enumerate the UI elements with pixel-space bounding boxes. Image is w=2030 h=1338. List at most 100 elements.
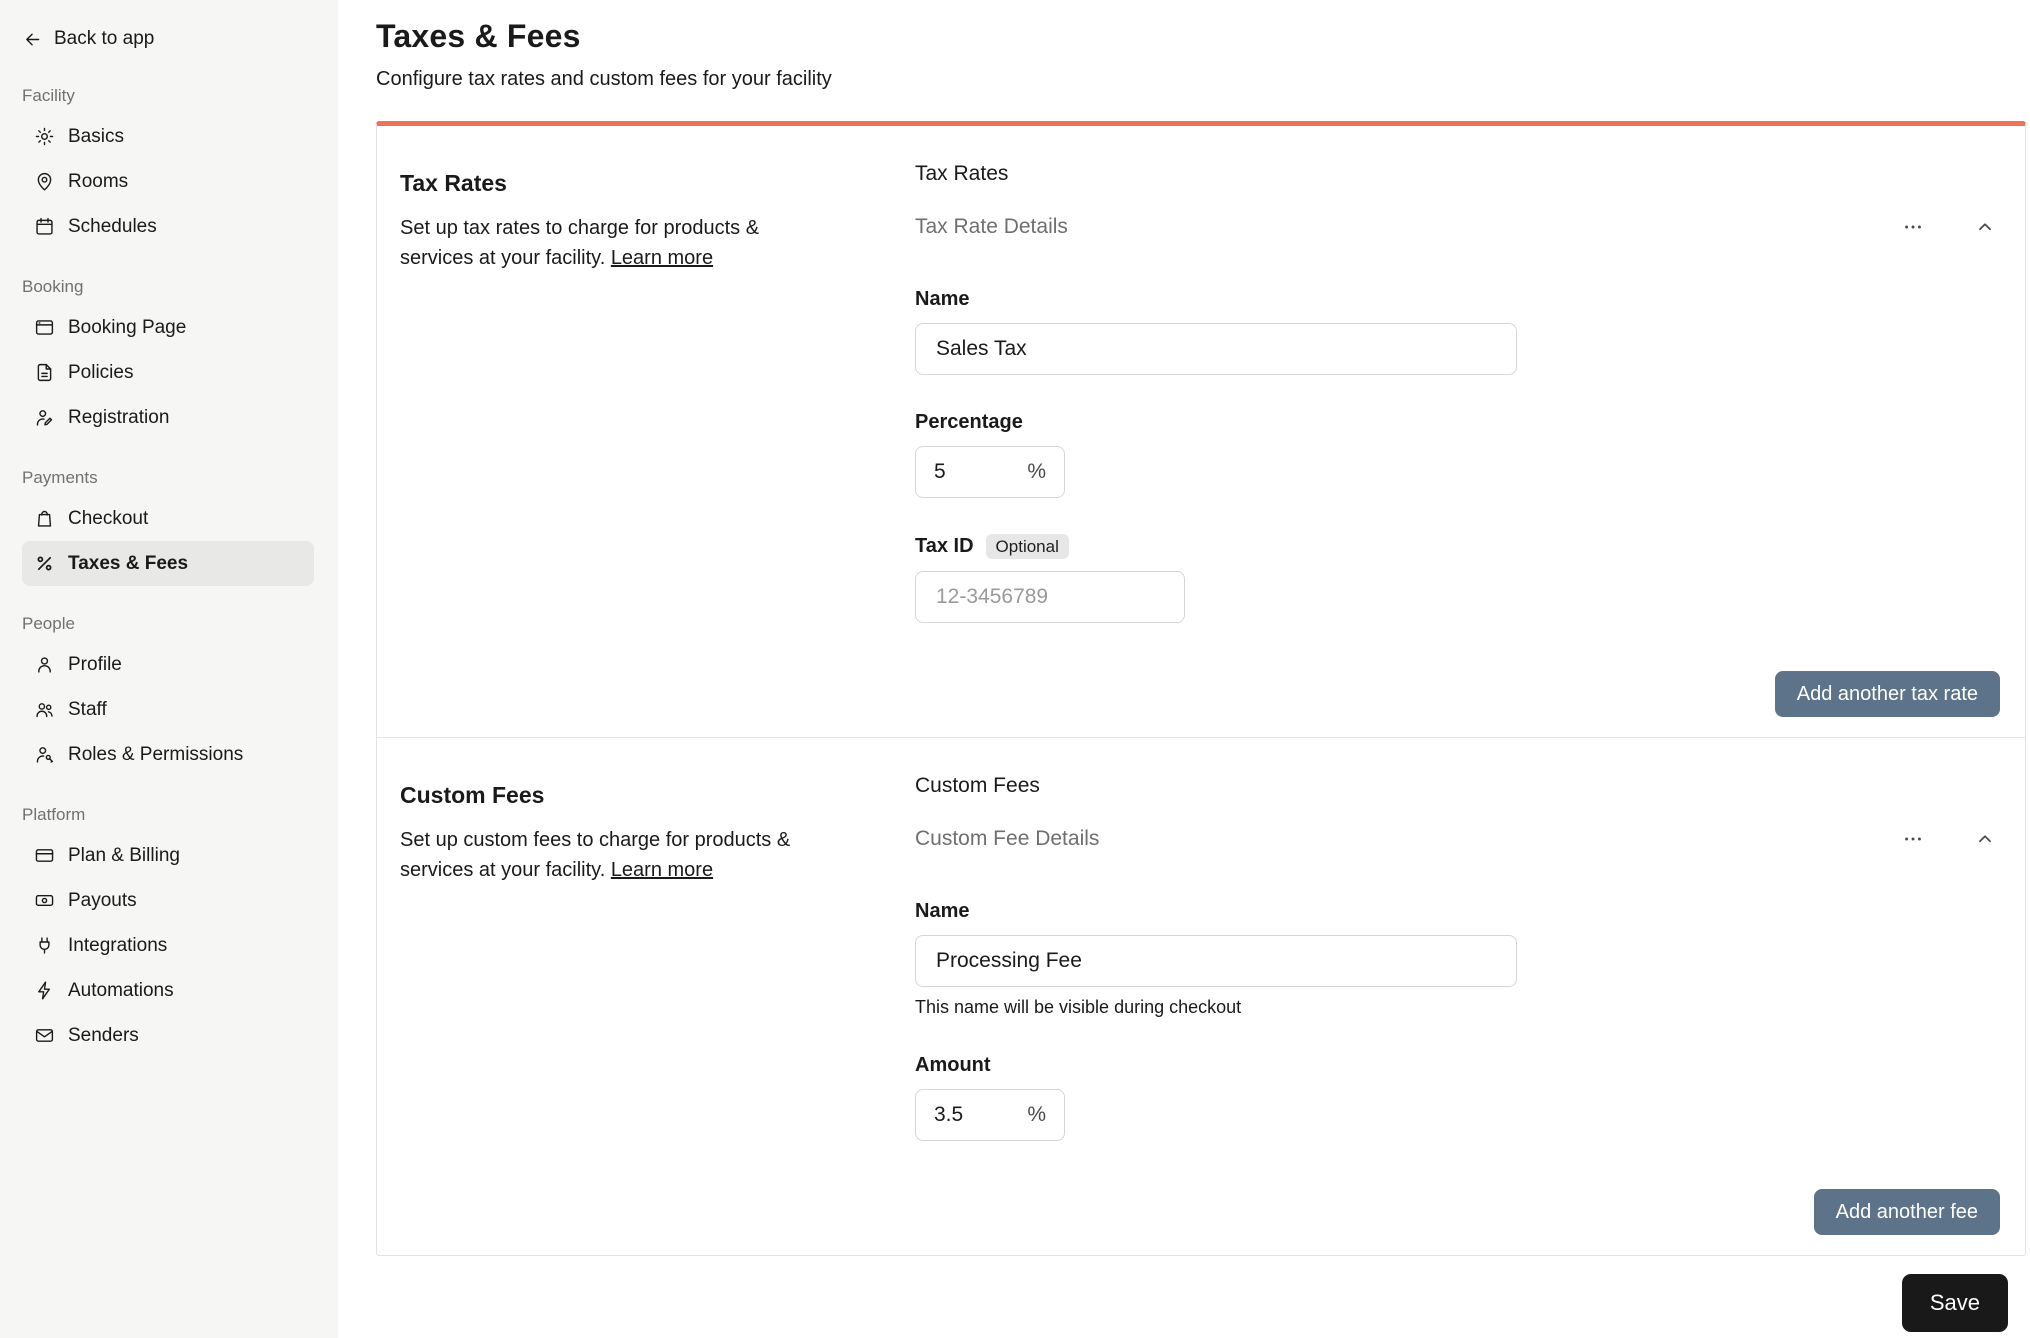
section-title-payments: Payments — [22, 468, 316, 488]
sidebar-item-senders[interactable]: Senders — [22, 1013, 314, 1058]
tax-rates-info: Tax Rates Set up tax rates to charge for… — [377, 126, 915, 737]
percent-suffix: % — [1027, 460, 1046, 484]
settings-card: Tax Rates Set up tax rates to charge for… — [376, 121, 2026, 1256]
sidebar-item-profile[interactable]: Profile — [22, 642, 314, 687]
sidebar-item-plan-billing[interactable]: Plan & Billing — [22, 833, 314, 878]
tax-rates-heading: Tax Rates — [400, 170, 815, 197]
person-edit-icon — [34, 407, 55, 428]
tax-rate-collapse-button[interactable] — [1970, 212, 2000, 242]
sidebar-item-policies[interactable]: Policies — [22, 350, 314, 395]
ellipsis-icon — [1902, 216, 1924, 238]
calendar-icon — [34, 216, 55, 237]
sidebar-item-taxes-fees[interactable]: Taxes & Fees — [22, 541, 314, 586]
custom-fees-info: Custom Fees Set up custom fees to charge… — [377, 738, 915, 1255]
app-window: Back to app Facility Basics Rooms Schedu… — [0, 0, 2030, 1338]
browser-icon — [34, 317, 55, 338]
sidebar-item-label: Profile — [68, 654, 122, 676]
amount-input-wrap: % — [915, 1089, 1065, 1141]
save-button[interactable]: Save — [1902, 1274, 2008, 1332]
tax-id-input[interactable] — [915, 571, 1185, 623]
percentage-input[interactable] — [934, 460, 1021, 484]
sidebar-item-label: Automations — [68, 980, 174, 1002]
custom-fees-panel: Custom Fees Custom Fee Details — [915, 738, 2025, 1255]
sidebar-item-label: Basics — [68, 126, 124, 148]
section-title-facility: Facility — [22, 86, 316, 106]
sidebar-item-label: Integrations — [68, 935, 167, 957]
sidebar-item-booking-page[interactable]: Booking Page — [22, 305, 314, 350]
tax-rate-details-title: Tax Rate Details — [915, 215, 1068, 239]
section-title-booking: Booking — [22, 277, 316, 297]
sidebar-item-label: Policies — [68, 362, 133, 384]
sidebar-item-label: Schedules — [68, 216, 157, 238]
sidebar-item-staff[interactable]: Staff — [22, 687, 314, 732]
section-title-platform: Platform — [22, 805, 316, 825]
back-arrow-icon — [22, 29, 43, 50]
sidebar-item-rooms[interactable]: Rooms — [22, 159, 314, 204]
person-icon — [34, 654, 55, 675]
section-title-people: People — [22, 614, 316, 634]
tax-rate-details-header: Tax Rate Details — [915, 212, 2000, 242]
back-to-app-label: Back to app — [54, 28, 154, 50]
add-another-tax-rate-button[interactable]: Add another tax rate — [1775, 671, 2000, 717]
custom-fee-collapse-button[interactable] — [1970, 824, 2000, 854]
sidebar-item-schedules[interactable]: Schedules — [22, 204, 314, 249]
sidebar-item-label: Plan & Billing — [68, 845, 180, 867]
people-icon — [34, 699, 55, 720]
amount-input[interactable] — [934, 1103, 1021, 1127]
fee-name-help-text: This name will be visible during checkou… — [915, 997, 2000, 1018]
custom-fees-learn-more-link[interactable]: Learn more — [611, 859, 713, 881]
back-to-app-link[interactable]: Back to app — [0, 20, 338, 58]
percent-suffix: % — [1027, 1103, 1046, 1127]
custom-fees-panel-title: Custom Fees — [915, 774, 2000, 798]
fee-name-input[interactable] — [915, 935, 1517, 987]
custom-fees-description: Set up custom fees to charge for product… — [400, 825, 815, 885]
person-key-icon — [34, 744, 55, 765]
sidebar-item-automations[interactable]: Automations — [22, 968, 314, 1013]
sidebar-item-integrations[interactable]: Integrations — [22, 923, 314, 968]
sidebar-item-payouts[interactable]: Payouts — [22, 878, 314, 923]
custom-fees-row: Custom Fees Set up custom fees to charge… — [377, 737, 2025, 1255]
sidebar-item-label: Payouts — [68, 890, 137, 912]
page-title: Taxes & Fees — [376, 18, 2026, 55]
tax-rates-description: Set up tax rates to charge for products … — [400, 213, 815, 273]
tax-rates-row: Tax Rates Set up tax rates to charge for… — [377, 126, 2025, 737]
sidebar-item-roles-permissions[interactable]: Roles & Permissions — [22, 732, 314, 777]
fee-name-label: Name — [915, 900, 2000, 923]
chevron-up-icon — [1974, 828, 1996, 850]
credit-card-icon — [34, 845, 55, 866]
tax-rates-panel-title: Tax Rates — [915, 162, 2000, 186]
custom-fee-details-title: Custom Fee Details — [915, 827, 1099, 851]
custom-fee-details-header: Custom Fee Details — [915, 824, 2000, 854]
settings-sidebar: Back to app Facility Basics Rooms Schedu… — [0, 0, 338, 1338]
page-subtitle: Configure tax rates and custom fees for … — [376, 68, 2026, 91]
tax-rates-learn-more-link[interactable]: Learn more — [611, 247, 713, 269]
chevron-up-icon — [1974, 216, 1996, 238]
amount-label: Amount — [915, 1054, 2000, 1077]
tax-id-label: Tax ID Optional — [915, 534, 2000, 559]
percentage-label: Percentage — [915, 411, 2000, 434]
percentage-input-wrap: % — [915, 446, 1065, 498]
ellipsis-icon — [1902, 828, 1924, 850]
lightning-icon — [34, 980, 55, 1001]
tax-name-input[interactable] — [915, 323, 1517, 375]
add-another-fee-button[interactable]: Add another fee — [1814, 1189, 2000, 1235]
document-icon — [34, 362, 55, 383]
tax-rate-options-button[interactable] — [1898, 212, 1928, 242]
custom-fee-options-button[interactable] — [1898, 824, 1928, 854]
sidebar-item-label: Staff — [68, 699, 107, 721]
shopping-bag-icon — [34, 508, 55, 529]
gear-icon — [34, 126, 55, 147]
location-pin-icon — [34, 171, 55, 192]
sidebar-item-label: Checkout — [68, 508, 148, 530]
sidebar-item-label: Taxes & Fees — [68, 553, 188, 575]
tax-rates-panel: Tax Rates Tax Rate Details — [915, 126, 2025, 737]
sidebar-item-label: Rooms — [68, 171, 128, 193]
page-header: Taxes & Fees Configure tax rates and cus… — [376, 0, 2026, 91]
optional-badge: Optional — [986, 534, 1069, 559]
sidebar-item-basics[interactable]: Basics — [22, 114, 314, 159]
custom-fees-heading: Custom Fees — [400, 782, 815, 809]
sidebar-item-checkout[interactable]: Checkout — [22, 496, 314, 541]
envelope-icon — [34, 1025, 55, 1046]
footer-bar: Save — [376, 1256, 2026, 1338]
sidebar-item-registration[interactable]: Registration — [22, 395, 314, 440]
